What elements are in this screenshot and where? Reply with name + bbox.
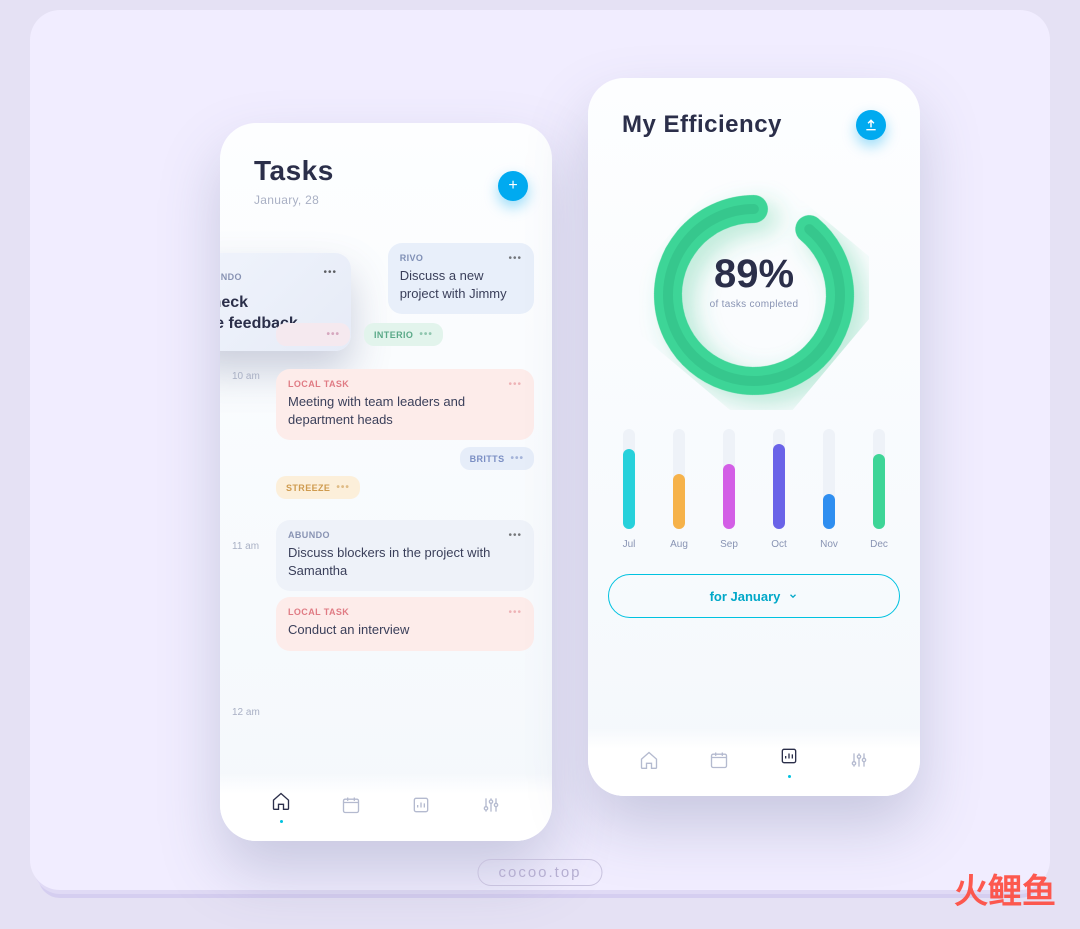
bar-label: Jul: [623, 539, 636, 550]
task-title: Meeting with team leaders and department…: [288, 393, 522, 428]
bar-column[interactable]: Sep: [714, 429, 744, 550]
task-tag: RIVO: [400, 253, 522, 263]
project-chip-interio[interactable]: INTERIO•••: [364, 323, 443, 346]
more-icon[interactable]: •••: [419, 329, 433, 340]
add-task-button[interactable]: +: [498, 171, 528, 201]
tab-settings[interactable]: [481, 795, 501, 820]
bar-column[interactable]: Nov: [814, 429, 844, 550]
bar-fill: [873, 454, 885, 529]
ring-center: 89% of tasks completed: [639, 252, 869, 310]
task-tag: LOCAL TASK: [288, 607, 522, 617]
time-marker: 10 am: [232, 371, 260, 382]
plus-icon: +: [508, 177, 517, 195]
date-label: January, 28: [254, 193, 518, 207]
task-tag: ABUNDO: [288, 530, 522, 540]
bar-column[interactable]: Jul: [614, 429, 644, 550]
progress-ring: 89% of tasks completed: [639, 180, 869, 410]
bar-track: [723, 429, 735, 529]
bar-column[interactable]: Aug: [664, 429, 694, 550]
task-title: Discuss blockers in the project with Sam…: [288, 544, 522, 579]
upload-icon: [864, 118, 878, 132]
time-marker: 11 am: [232, 541, 259, 552]
bar-track: [823, 429, 835, 529]
bar-fill: [673, 474, 685, 529]
watermark: 火鲤鱼: [954, 864, 1056, 913]
page-title: My Efficiency: [622, 111, 782, 139]
month-selector-label: for January: [710, 589, 781, 604]
tab-stats[interactable]: [411, 795, 431, 820]
bar-track: [623, 429, 635, 529]
more-icon[interactable]: •••: [508, 379, 522, 390]
time-marker: 12 am: [232, 707, 260, 718]
task-card[interactable]: LOCAL TASK ••• Meeting with team leaders…: [276, 369, 534, 440]
bar-label: Aug: [670, 539, 688, 550]
tab-home[interactable]: [271, 791, 291, 823]
chart-icon: [411, 795, 431, 815]
tab-stats[interactable]: [779, 746, 799, 778]
tab-bar: [220, 773, 552, 841]
canvas: Tasks January, 28 + ABUNDO ••• Check the…: [30, 10, 1050, 890]
chevron-down-icon: [788, 591, 798, 601]
bar-fill: [623, 449, 635, 529]
bar-label: Oct: [771, 539, 787, 550]
more-icon[interactable]: •••: [508, 253, 522, 264]
task-card[interactable]: RIVO ••• Discuss a new project with Jimm…: [388, 243, 534, 314]
more-icon[interactable]: •••: [326, 329, 340, 340]
more-icon[interactable]: •••: [336, 482, 350, 493]
page-title: Tasks: [254, 155, 518, 187]
more-icon[interactable]: •••: [510, 453, 524, 464]
share-button[interactable]: [856, 110, 886, 140]
bar-track: [773, 429, 785, 529]
task-card[interactable]: ABUNDO ••• Discuss blockers in the proje…: [276, 520, 534, 591]
bar-track: [673, 429, 685, 529]
month-selector[interactable]: for January: [608, 574, 900, 618]
calendar-icon: [341, 795, 361, 815]
percent-value: 89%: [639, 252, 869, 297]
task-title: Discuss a new project with Jimmy: [400, 267, 522, 302]
timeline: RIVO ••• Discuss a new project with Jimm…: [220, 239, 552, 651]
bar-label: Nov: [820, 539, 838, 550]
task-card[interactable]: LOCAL TASK ••• Conduct an interview: [276, 597, 534, 651]
bar-track: [873, 429, 885, 529]
percent-sublabel: of tasks completed: [639, 299, 869, 310]
home-icon: [271, 791, 291, 811]
task-title: Conduct an interview: [288, 621, 522, 639]
sliders-icon: [481, 795, 501, 815]
project-chip-britts[interactable]: BRITTS•••: [460, 447, 534, 470]
calendar-icon: [709, 750, 729, 770]
sliders-icon: [849, 750, 869, 770]
tab-calendar[interactable]: [709, 750, 729, 775]
tab-bar: [588, 728, 920, 796]
tab-home[interactable]: [639, 750, 659, 775]
bar-column[interactable]: Dec: [864, 429, 894, 550]
home-icon: [639, 750, 659, 770]
chart-icon: [779, 746, 799, 766]
bar-fill: [723, 464, 735, 529]
bar-column[interactable]: Oct: [764, 429, 794, 550]
bar-label: Sep: [720, 539, 738, 550]
tasks-screen: Tasks January, 28 + ABUNDO ••• Check the…: [220, 123, 552, 841]
monthly-bar-chart: Jul Aug Sep Oct Nov Dec: [604, 440, 904, 550]
project-chip-hidden[interactable]: •••: [276, 323, 350, 346]
efficiency-header: My Efficiency: [588, 78, 920, 150]
bar-label: Dec: [870, 539, 888, 550]
tab-settings[interactable]: [849, 750, 869, 775]
tasks-header: Tasks January, 28: [220, 123, 552, 217]
tab-calendar[interactable]: [341, 795, 361, 820]
more-icon[interactable]: •••: [508, 607, 522, 618]
project-chip-streeze[interactable]: STREEZE•••: [276, 476, 360, 499]
bar-fill: [773, 444, 785, 529]
task-tag: LOCAL TASK: [288, 379, 522, 389]
efficiency-screen: My Efficiency 89% of tasks completed Jul…: [588, 78, 920, 796]
more-icon[interactable]: •••: [508, 530, 522, 541]
brand-badge: cocoo.top: [477, 859, 602, 886]
bar-fill: [823, 494, 835, 529]
